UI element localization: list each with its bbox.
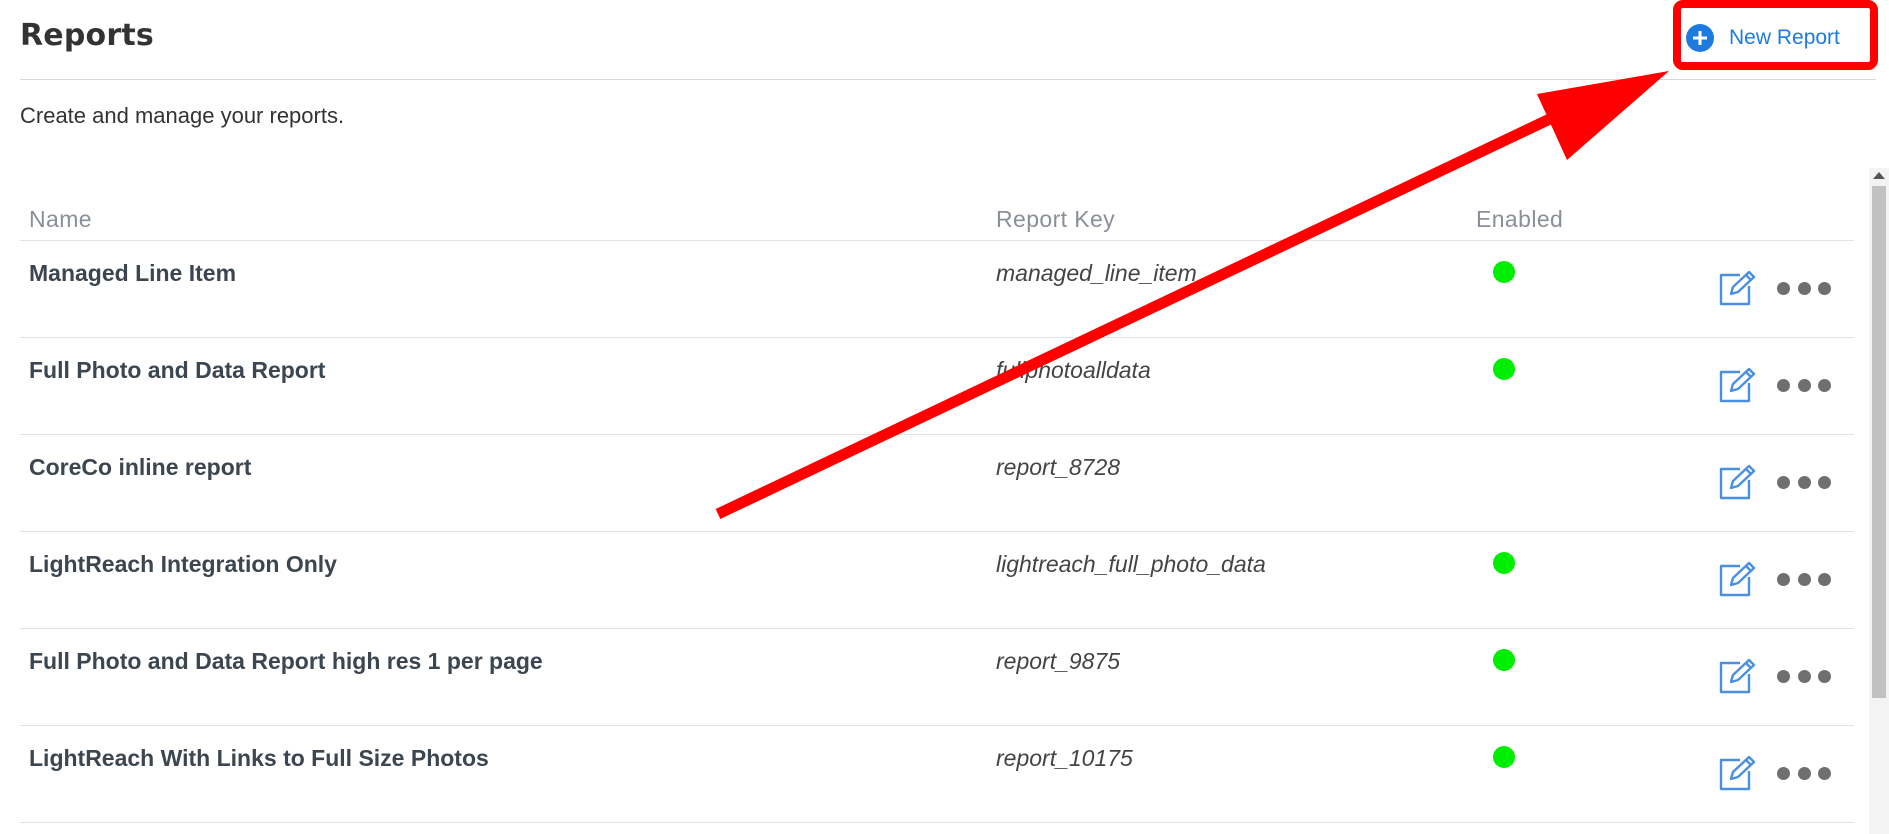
report-name: Full Photo and Data Report high res 1 pe…: [29, 648, 543, 674]
report-key: report_10175: [996, 745, 1133, 771]
page-header: Reports New Report: [20, 0, 1876, 80]
table-row[interactable]: CoreCo inline report report_8728: [20, 435, 1854, 532]
table-row[interactable]: Full Photo and Data Report high res 1 pe…: [20, 629, 1854, 726]
reports-page: Reports New Report Create and manage you…: [0, 0, 1889, 834]
edit-icon[interactable]: [1716, 366, 1756, 406]
report-key: fullphotoalldata: [996, 357, 1151, 383]
enabled-status-icon: [1493, 649, 1515, 671]
table-row[interactable]: LightReach Integration Only lightreach_fu…: [20, 532, 1854, 629]
scroll-thumb[interactable]: [1872, 186, 1886, 698]
column-header-enabled: Enabled: [1476, 206, 1564, 232]
edit-icon[interactable]: [1716, 560, 1756, 600]
edit-icon[interactable]: [1716, 463, 1756, 503]
page-title: Reports: [20, 18, 154, 53]
more-options-icon[interactable]: [1777, 665, 1831, 687]
report-name: LightReach Integration Only: [29, 551, 337, 577]
table-row[interactable]: Managed Line Item managed_line_item: [20, 241, 1854, 338]
table-row[interactable]: LightReach With Links to Full Size Photo…: [20, 726, 1854, 823]
report-name: CoreCo inline report: [29, 454, 252, 480]
report-name: Full Photo and Data Report: [29, 357, 326, 383]
more-options-icon[interactable]: [1777, 374, 1831, 396]
more-options-icon[interactable]: [1777, 277, 1831, 299]
more-options-icon[interactable]: [1777, 568, 1831, 590]
column-header-name: Name: [29, 206, 92, 232]
enabled-status-icon: [1493, 746, 1515, 768]
report-name: LightReach With Links to Full Size Photo…: [29, 745, 489, 771]
scroll-up-arrow-icon[interactable]: [1873, 172, 1885, 179]
new-report-button[interactable]: New Report: [1670, 10, 1848, 66]
enabled-status-icon: [1493, 261, 1515, 283]
report-key: report_8728: [996, 454, 1121, 480]
new-report-label: New Report: [1729, 26, 1840, 49]
more-options-icon[interactable]: [1777, 762, 1831, 784]
edit-icon[interactable]: [1716, 657, 1756, 697]
table-row[interactable]: Full Photo and Data Report fullphotoallda…: [20, 338, 1854, 435]
report-key: lightreach_full_photo_data: [996, 551, 1266, 577]
page-subtitle: Create and manage your reports.: [20, 103, 345, 128]
enabled-status-icon: [1493, 552, 1515, 574]
column-header-report-key: Report Key: [996, 206, 1116, 232]
edit-icon[interactable]: [1716, 269, 1756, 309]
more-options-icon[interactable]: [1777, 471, 1831, 493]
vertical-scrollbar[interactable]: [1869, 168, 1889, 834]
enabled-status-icon: [1493, 358, 1515, 380]
report-key: managed_line_item: [996, 260, 1197, 286]
plus-circle-icon: [1686, 24, 1714, 52]
report-name: Managed Line Item: [29, 260, 237, 286]
report-key: report_9875: [996, 648, 1121, 674]
reports-table: Name Report Key Enabled Managed Line Ite…: [20, 168, 1854, 834]
edit-icon[interactable]: [1716, 754, 1756, 794]
